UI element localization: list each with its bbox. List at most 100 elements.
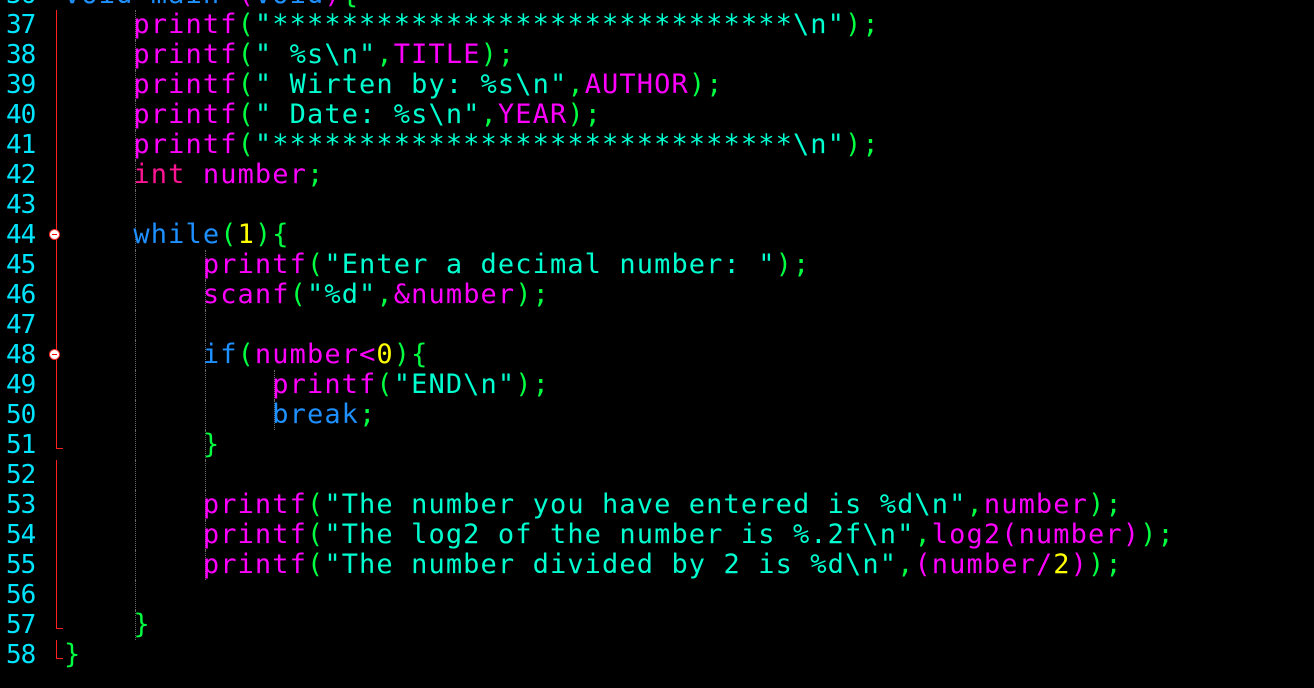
code-token: } bbox=[202, 429, 221, 460]
code-text[interactable]: while(1){ bbox=[64, 220, 290, 250]
fold-end-marker bbox=[56, 610, 63, 629]
code-line[interactable]: 54 printf("The log2 of the number is %.2… bbox=[0, 520, 1314, 550]
fold-rail bbox=[56, 10, 57, 40]
code-line[interactable]: 47 bbox=[0, 310, 1314, 340]
fold-end-marker bbox=[56, 430, 63, 449]
code-token: ){ bbox=[393, 339, 429, 370]
fold-collapse-icon[interactable] bbox=[49, 229, 60, 240]
code-line[interactable]: 51 } bbox=[0, 430, 1314, 460]
code-token: } bbox=[64, 639, 82, 670]
code-token: ( bbox=[306, 489, 325, 520]
code-line[interactable]: 53 printf("The number you have entered i… bbox=[0, 490, 1314, 520]
code-token: ) bbox=[1070, 549, 1089, 580]
code-token: ( bbox=[237, 9, 255, 40]
code-line[interactable]: 46 scanf("%d",&number); bbox=[0, 280, 1314, 310]
code-token: printf bbox=[202, 549, 307, 580]
code-lines: 36void main (void){37 printf("**********… bbox=[0, 0, 1314, 670]
code-line[interactable]: 37 printf("*****************************… bbox=[0, 10, 1314, 40]
code-token: int bbox=[133, 159, 186, 190]
code-token: number bbox=[1018, 519, 1123, 550]
code-token: " %s\n" bbox=[254, 39, 377, 70]
code-text[interactable]: printf("******************************\n… bbox=[64, 10, 880, 40]
code-token: TITLE bbox=[393, 39, 481, 70]
code-line[interactable]: 50 break; bbox=[0, 400, 1314, 430]
code-token: printf bbox=[133, 39, 238, 70]
code-token: AUTHOR bbox=[584, 69, 689, 100]
code-line[interactable]: 41 printf("*****************************… bbox=[0, 130, 1314, 160]
code-text[interactable]: printf("END\n"); bbox=[64, 370, 550, 400]
code-text[interactable]: printf(" %s\n",TITLE); bbox=[64, 40, 515, 70]
code-text[interactable]: printf("The number divided by 2 is %d\n"… bbox=[64, 550, 1123, 580]
code-line[interactable]: 42 int number; bbox=[0, 160, 1314, 190]
line-number: 41 bbox=[6, 130, 36, 160]
code-line[interactable]: 58} bbox=[0, 640, 1314, 671]
code-text[interactable]: break; bbox=[64, 400, 376, 430]
code-text[interactable]: printf(" Wirten by: %s\n",AUTHOR); bbox=[64, 70, 724, 100]
code-token: ( bbox=[237, 39, 255, 70]
code-token: YEAR bbox=[497, 99, 568, 130]
code-token: ( bbox=[306, 519, 325, 550]
code-token: ( bbox=[306, 249, 325, 280]
code-text[interactable]: if(number<0){ bbox=[64, 340, 429, 370]
fold-rail bbox=[56, 520, 57, 550]
code-token: ); bbox=[515, 279, 550, 310]
code-line[interactable]: 38 printf(" %s\n",TITLE); bbox=[0, 40, 1314, 70]
line-number: 46 bbox=[6, 280, 36, 310]
line-number: 54 bbox=[6, 520, 36, 550]
code-line[interactable]: 57 } bbox=[0, 610, 1314, 640]
indent-guide bbox=[204, 310, 206, 340]
line-number: 56 bbox=[6, 580, 36, 610]
code-text[interactable]: printf("The number you have entered is %… bbox=[64, 490, 1123, 520]
fold-rail bbox=[56, 190, 57, 220]
code-text[interactable]: } bbox=[64, 610, 151, 640]
code-line[interactable]: 52 bbox=[0, 460, 1314, 490]
code-token: , bbox=[966, 489, 984, 520]
code-token: ) bbox=[1122, 519, 1141, 550]
code-text[interactable]: scanf("%d",&number); bbox=[64, 280, 550, 310]
code-token: scanf bbox=[202, 279, 290, 310]
code-text[interactable]: } bbox=[64, 430, 220, 460]
fold-rail bbox=[56, 580, 57, 610]
code-token: ( bbox=[237, 129, 255, 160]
code-token: ); bbox=[567, 99, 603, 130]
code-line[interactable]: 55 printf("The number divided by 2 is %d… bbox=[0, 550, 1314, 580]
code-line[interactable]: 39 printf(" Wirten by: %s\n",AUTHOR); bbox=[0, 70, 1314, 100]
code-editor[interactable]: 36void main (void){37 printf("**********… bbox=[0, 0, 1314, 688]
line-number: 43 bbox=[6, 190, 36, 220]
code-token: number bbox=[254, 339, 360, 370]
code-token: ; bbox=[307, 159, 325, 190]
code-line[interactable]: 44 while(1){ bbox=[0, 220, 1314, 250]
code-token: "The log2 of the number is %.2f\n" bbox=[324, 519, 915, 550]
code-line[interactable]: 40 printf(" Date: %s\n",YEAR); bbox=[0, 100, 1314, 130]
code-token: , bbox=[480, 99, 498, 130]
code-token: "Enter a decimal number: " bbox=[324, 249, 776, 280]
code-token: , bbox=[897, 549, 915, 580]
code-text[interactable]: int number; bbox=[64, 160, 324, 190]
line-number: 52 bbox=[6, 460, 36, 490]
code-text[interactable]: printf("The log2 of the number is %.2f\n… bbox=[64, 520, 1175, 550]
code-line[interactable]: 56 bbox=[0, 580, 1314, 610]
code-line[interactable]: 45 printf("Enter a decimal number: "); bbox=[0, 250, 1314, 280]
code-token: printf bbox=[202, 489, 307, 520]
line-number: 57 bbox=[6, 610, 36, 640]
code-token: / bbox=[1035, 549, 1054, 580]
code-line[interactable]: 48 if(number<0){ bbox=[0, 340, 1314, 370]
code-text[interactable]: printf(" Date: %s\n",YEAR); bbox=[64, 100, 602, 130]
code-text[interactable]: } bbox=[64, 640, 81, 670]
line-number: 36 bbox=[6, 0, 46, 10]
fold-collapse-icon[interactable] bbox=[49, 349, 60, 360]
code-line[interactable]: 49 printf("END\n"); bbox=[0, 370, 1314, 400]
code-text[interactable]: printf("******************************\n… bbox=[64, 130, 880, 160]
code-line[interactable]: 43 bbox=[0, 190, 1314, 220]
indent-guide bbox=[135, 190, 137, 220]
code-token: printf bbox=[202, 519, 307, 550]
code-token: ( bbox=[1001, 519, 1019, 550]
code-text[interactable]: printf("Enter a decimal number: "); bbox=[64, 250, 810, 280]
code-token: printf bbox=[133, 69, 238, 100]
code-token: , bbox=[376, 279, 394, 310]
